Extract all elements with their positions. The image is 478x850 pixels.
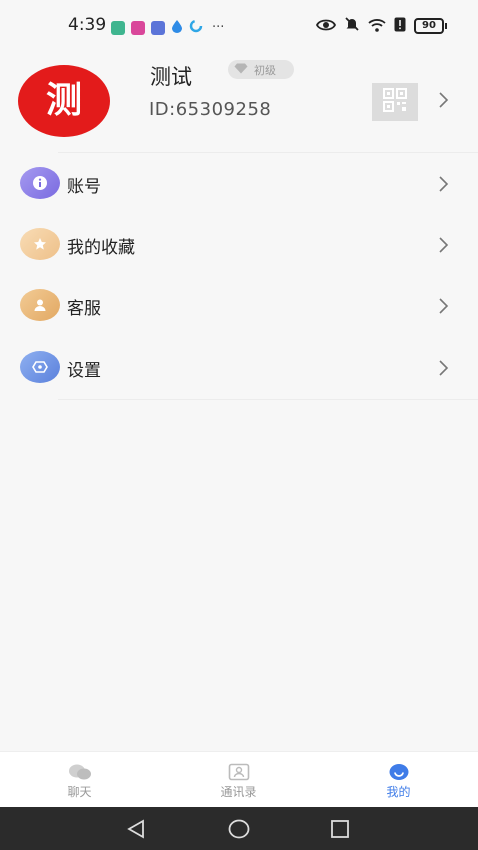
level-label: 初级 bbox=[254, 63, 276, 77]
contacts-icon bbox=[228, 763, 250, 785]
tab-label: 通讯录 bbox=[220, 785, 257, 799]
sim-alert-icon bbox=[394, 17, 406, 36]
back-icon[interactable] bbox=[126, 819, 146, 843]
chat-app-icon bbox=[131, 20, 145, 35]
info-icon bbox=[20, 167, 60, 199]
menu-label: 客服 bbox=[67, 299, 101, 319]
diamond-icon bbox=[234, 63, 248, 77]
user-id: ID:65309258 bbox=[149, 99, 272, 120]
tab-me[interactable]: 我的 bbox=[319, 752, 478, 808]
calendar-app-icon bbox=[151, 20, 165, 35]
drop-app-icon bbox=[171, 18, 183, 37]
wifi-icon bbox=[368, 17, 386, 36]
chevron-right-icon bbox=[438, 358, 450, 382]
swirl-app-icon bbox=[189, 18, 203, 37]
menu-label: 账号 bbox=[67, 177, 101, 197]
recents-icon[interactable] bbox=[330, 819, 350, 843]
chevron-right-icon[interactable] bbox=[438, 90, 450, 114]
battery-icon: 90 bbox=[414, 18, 447, 34]
divider bbox=[58, 399, 478, 400]
me-icon bbox=[388, 763, 410, 785]
settings-icon bbox=[20, 351, 60, 383]
profile-header[interactable]: 测 测试 初级 ID:65309258 bbox=[0, 50, 478, 153]
tab-chat[interactable]: 聊天 bbox=[0, 752, 159, 808]
person-icon bbox=[20, 289, 60, 321]
notification-icons: ··· bbox=[111, 18, 224, 37]
eye-icon bbox=[315, 17, 337, 36]
qr-code-icon bbox=[383, 88, 407, 116]
home-icon[interactable] bbox=[228, 819, 250, 843]
qr-code-button[interactable] bbox=[372, 83, 418, 121]
menu-item-account[interactable]: 账号 bbox=[0, 154, 478, 216]
tab-contacts[interactable]: 通讯录 bbox=[159, 752, 318, 808]
chat-bubbles-icon bbox=[68, 763, 92, 785]
menu-label: 我的收藏 bbox=[67, 238, 135, 258]
menu-item-customer-service[interactable]: 客服 bbox=[0, 276, 478, 338]
divider bbox=[58, 152, 478, 153]
shield-app-icon bbox=[111, 20, 125, 35]
status-time: 4:39 bbox=[68, 15, 107, 35]
mute-icon bbox=[344, 16, 360, 36]
menu-item-settings[interactable]: 设置 bbox=[0, 338, 478, 400]
chevron-right-icon bbox=[438, 174, 450, 198]
menu-item-favorites[interactable]: 我的收藏 bbox=[0, 215, 478, 277]
level-badge: 初级 bbox=[228, 60, 294, 79]
avatar[interactable]: 测 bbox=[18, 65, 110, 137]
system-icons: 90 bbox=[315, 16, 447, 36]
chevron-right-icon bbox=[438, 235, 450, 259]
tab-label: 聊天 bbox=[67, 785, 92, 799]
system-navigation-bar bbox=[0, 807, 478, 850]
star-icon bbox=[20, 228, 60, 260]
status-bar: 4:39 ··· 90 bbox=[0, 0, 478, 50]
chevron-right-icon bbox=[438, 296, 450, 320]
menu-label: 设置 bbox=[67, 361, 101, 381]
profile-name: 测试 bbox=[150, 65, 192, 89]
bottom-tab-bar: 聊天 通讯录 我的 bbox=[0, 751, 478, 807]
tab-label: 我的 bbox=[386, 785, 411, 799]
more-notifications-indicator: ··· bbox=[212, 19, 225, 35]
